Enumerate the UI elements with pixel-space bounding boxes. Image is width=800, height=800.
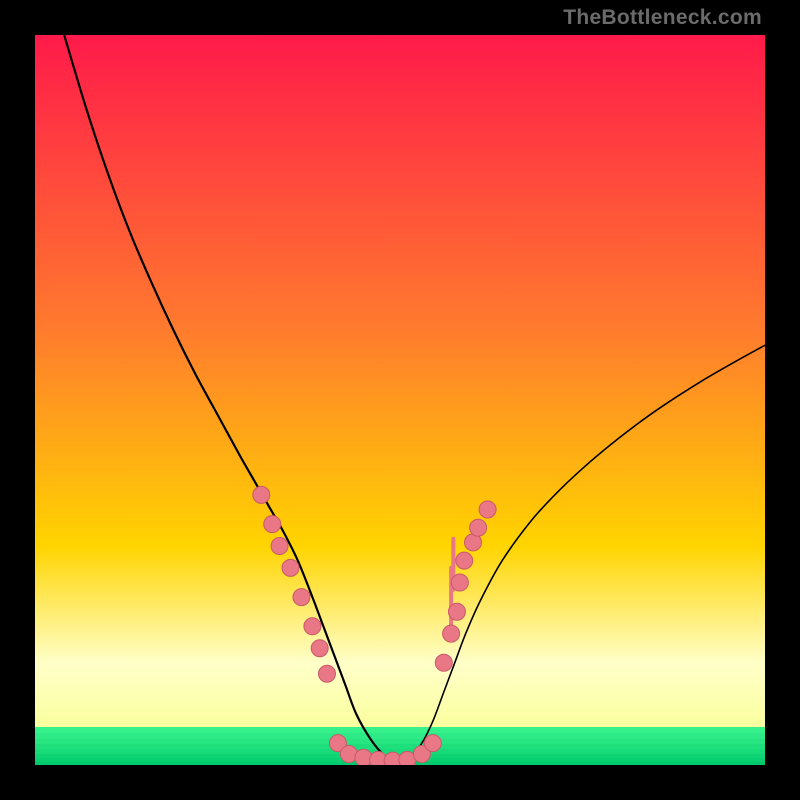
data-dot — [319, 665, 336, 682]
data-dot — [435, 654, 452, 671]
data-dot — [451, 574, 468, 591]
data-dot — [424, 735, 441, 752]
curve-left-branch — [64, 35, 400, 761]
data-dot — [253, 486, 270, 503]
data-dot — [282, 559, 299, 576]
data-dot — [304, 618, 321, 635]
data-dot — [448, 603, 465, 620]
data-dot — [470, 519, 487, 536]
data-dot — [311, 640, 328, 657]
data-dot — [479, 501, 496, 518]
data-dot — [293, 589, 310, 606]
data-dots — [253, 486, 496, 765]
plot-area — [35, 35, 765, 765]
data-dot — [264, 516, 281, 533]
data-dot — [443, 625, 460, 642]
data-dot — [355, 749, 372, 765]
curve-layer — [35, 35, 765, 765]
data-dot — [271, 538, 288, 555]
attribution-label: TheBottleneck.com — [563, 6, 762, 30]
chart-stage: TheBottleneck.com — [0, 0, 800, 800]
data-dot — [456, 552, 473, 569]
